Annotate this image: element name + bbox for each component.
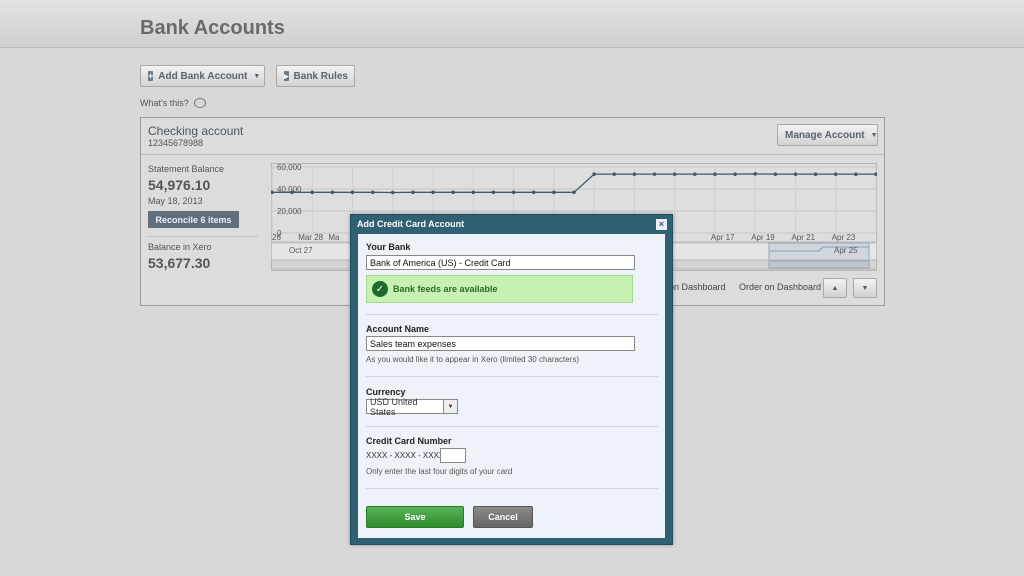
chart-x-tick-label: Ma — [328, 233, 340, 242]
statement-date: May 18, 2013 — [148, 196, 203, 206]
plus-icon: + — [148, 71, 154, 81]
bank-feeds-text: Bank feeds are available — [393, 284, 498, 294]
chart-point — [411, 190, 415, 195]
whats-this-label: What's this? — [140, 98, 189, 108]
chart-x-tick-label: 26 — [272, 233, 281, 242]
xero-balance: 53,677.30 — [148, 255, 211, 271]
chart-point — [733, 172, 737, 176]
chart-x-tick-label: Apr 17 — [711, 233, 735, 242]
chart-point — [531, 190, 536, 195]
chart-point — [713, 172, 717, 176]
chart-point — [854, 172, 858, 176]
chart-point — [693, 172, 697, 176]
chart-point — [833, 172, 838, 176]
chart-navigator-tick-label: Apr 25 — [834, 246, 858, 255]
bank-feeds-notice: ✓ Bank feeds are available — [366, 275, 633, 303]
chart-x-tick-label: Mar 28 — [298, 233, 323, 242]
chart-point — [552, 190, 556, 195]
your-bank-field[interactable] — [366, 255, 635, 270]
chart-point — [672, 172, 677, 176]
rules-icon: ▸ — [284, 71, 289, 81]
chart-point — [290, 190, 294, 195]
chart-point — [330, 190, 335, 195]
move-up-button[interactable]: ▲ — [823, 278, 847, 298]
chart-point — [612, 172, 617, 176]
whats-this-link[interactable]: What's this? — [140, 98, 206, 108]
account-name-hint: As you would like it to appear in Xero (… — [366, 355, 579, 364]
divider — [366, 376, 658, 377]
add-bank-account-button[interactable]: + Add Bank Account ▼ — [140, 65, 265, 87]
cancel-button[interactable]: Cancel — [473, 506, 533, 528]
chevron-down-icon: ▼ — [253, 72, 261, 80]
divider — [366, 488, 658, 489]
account-name-label: Account Name — [366, 324, 430, 334]
card-number-mask: XXXX - XXXX - XXXX - — [366, 451, 450, 460]
chart-point — [350, 190, 355, 195]
chevron-down-icon: ▼ — [870, 131, 878, 139]
move-down-button[interactable]: ▼ — [853, 278, 877, 298]
chart-point — [310, 190, 315, 195]
manage-account-label: Manage Account — [785, 129, 865, 141]
statement-balance-label: Statement Balance — [148, 164, 225, 174]
chart-point — [652, 172, 657, 176]
chart-point — [451, 190, 455, 195]
dialog-body: Your Bank ✓ Bank feeds are available Acc… — [358, 234, 665, 538]
currency-value: USD United States — [370, 396, 418, 417]
chart-point — [813, 172, 818, 176]
divider — [366, 314, 658, 315]
chart-point — [431, 190, 435, 195]
add-bank-account-label: Add Bank Account — [158, 70, 248, 82]
chevron-up-icon: ▲ — [831, 284, 839, 292]
save-button[interactable]: Save — [366, 506, 464, 528]
chart-y-tick-label: 20,000 — [277, 207, 302, 216]
chevron-down-icon: ▼ — [861, 284, 869, 292]
chevron-down-icon: ▼ — [443, 400, 457, 413]
your-bank-label: Your Bank — [366, 242, 411, 252]
chart-point — [572, 190, 576, 195]
account-name-field[interactable] — [366, 336, 635, 351]
add-credit-card-dialog: Add Credit Card Account × Your Bank ✓ Ba… — [350, 214, 673, 545]
chart-point — [632, 172, 637, 176]
divider — [366, 426, 658, 427]
dialog-title: Add Credit Card Account — [357, 219, 465, 229]
account-number: 12345678988 — [148, 138, 204, 148]
chart-point — [753, 172, 757, 176]
chart-point — [592, 172, 596, 176]
chart-point — [370, 190, 375, 195]
chart-point — [793, 172, 798, 176]
xero-balance-label: Balance in Xero — [148, 242, 212, 252]
close-icon[interactable]: × — [656, 219, 667, 230]
divider — [148, 236, 258, 237]
account-header: Checking account 12345678988 Manage Acco… — [141, 118, 884, 155]
chart-scrollbar-thumb — [768, 260, 870, 269]
card-last-four-field[interactable] — [440, 448, 466, 463]
reconcile-button[interactable]: Reconcile 6 items — [148, 211, 239, 228]
chart-navigator-tick-label: Oct 27 — [289, 246, 313, 255]
statement-balance: 54,976.10 — [148, 177, 211, 193]
checkmark-icon: ✓ — [372, 281, 388, 297]
page-header: Bank Accounts — [0, 0, 1024, 48]
currency-select[interactable]: USD United States ▼ — [366, 396, 458, 417]
chart-x-tick-label: Apr 21 — [791, 233, 815, 242]
chart-point — [511, 190, 516, 195]
card-number-hint: Only enter the last four digits of your … — [366, 467, 513, 476]
card-number-label: Credit Card Number — [366, 436, 452, 446]
chart-point — [491, 190, 496, 195]
chart-x-tick-label: Apr 23 — [832, 233, 856, 242]
show-on-dashboard-label[interactable]: on Dashboard — [669, 282, 726, 292]
speech-bubble-icon — [193, 98, 206, 108]
chart-y-tick-label: 60,000 — [277, 163, 302, 172]
order-on-dashboard-label: Order on Dashboard — [739, 282, 822, 292]
page-title: Bank Accounts — [140, 17, 285, 39]
chart-point — [773, 172, 778, 176]
manage-account-button[interactable]: Manage Account ▼ — [777, 124, 878, 146]
bank-rules-button[interactable]: ▸ Bank Rules — [276, 65, 355, 87]
currency-label: Currency — [366, 387, 406, 397]
bank-rules-label: Bank Rules — [293, 70, 348, 82]
chart-x-tick-label: Apr 19 — [751, 233, 775, 242]
chart-point — [391, 190, 395, 195]
chart-point — [471, 190, 476, 195]
account-name[interactable]: Checking account — [148, 124, 243, 138]
